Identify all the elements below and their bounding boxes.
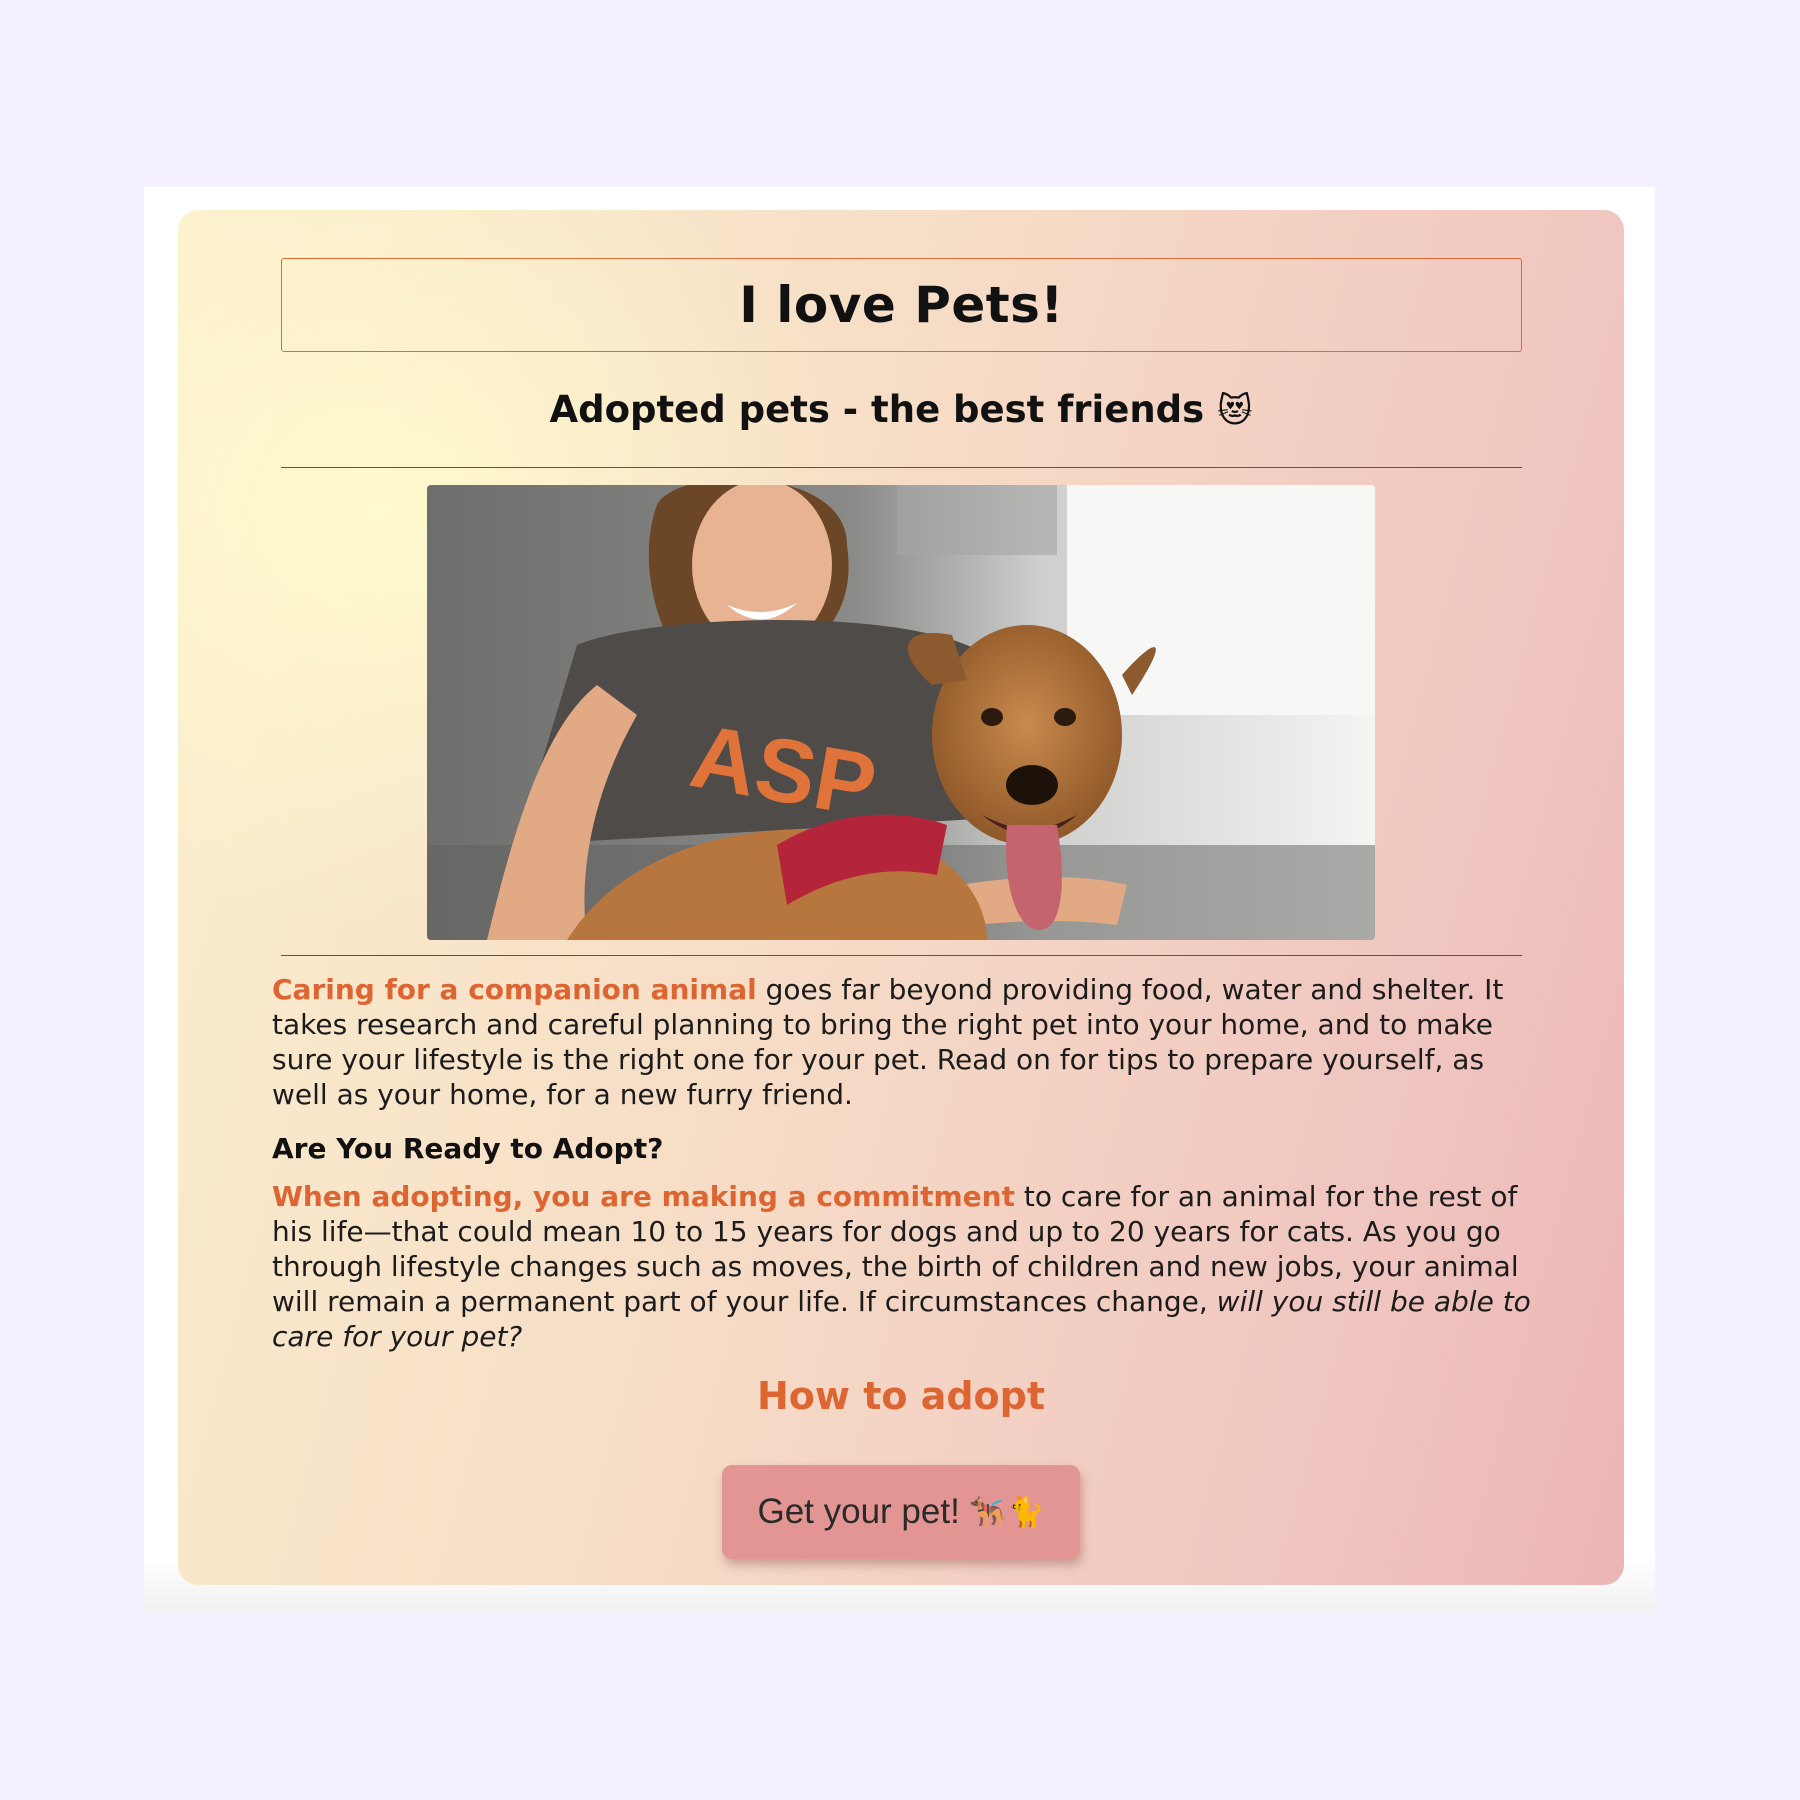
ready-paragraph: When adopting, you are making a commitme… xyxy=(272,1179,1534,1354)
ready-highlight: When adopting, you are making a commitme… xyxy=(272,1180,1015,1213)
dog-and-cat-icon: 🐕‍🦺🐈 xyxy=(969,1495,1045,1529)
get-your-pet-button[interactable]: Get your pet! 🐕‍🦺🐈 xyxy=(722,1465,1080,1559)
divider-top xyxy=(281,467,1522,468)
page-subtitle: Adopted pets - the best friends 😻 xyxy=(178,388,1624,431)
intro-highlight: Caring for a companion animal xyxy=(272,973,757,1006)
heart-eyes-cat-icon: 😻 xyxy=(1217,391,1253,431)
hero-photo: ASP xyxy=(427,485,1375,940)
intro-paragraph: Caring for a companion animal goes far b… xyxy=(272,972,1534,1112)
divider-bottom xyxy=(281,955,1522,956)
woman-hugging-dog-photo: ASP xyxy=(427,485,1375,940)
title-box: I love Pets! xyxy=(281,258,1522,352)
get-your-pet-label: Get your pet! xyxy=(757,1492,960,1531)
content-card: I love Pets! Adopted pets - the best fri… xyxy=(178,210,1624,1585)
how-to-heading: How to adopt xyxy=(756,1374,1046,1418)
page-title: I love Pets! xyxy=(739,276,1064,334)
ready-heading: Are You Ready to Adopt? xyxy=(272,1132,664,1165)
subtitle-text: Adopted pets - the best friends xyxy=(549,388,1205,431)
